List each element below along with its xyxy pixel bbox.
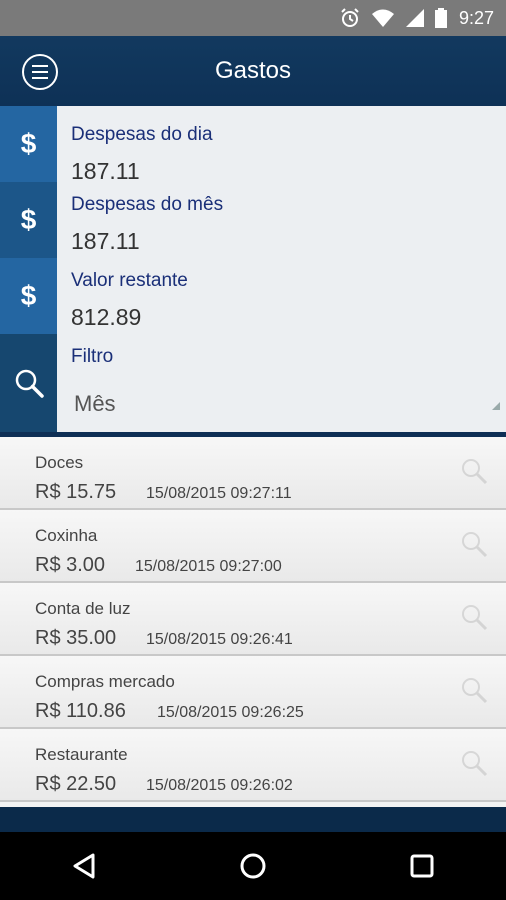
search-icon[interactable] (460, 676, 488, 708)
dollar-icon: $ (0, 106, 57, 182)
filter-select[interactable]: Mês (74, 386, 504, 422)
status-bar: 9:27 (0, 0, 506, 36)
remaining-value: 812.89 (71, 304, 142, 330)
list-item[interactable]: Doces R$ 15.75 15/08/2015 09:27:11 (0, 437, 506, 510)
expense-name: Doces (35, 453, 84, 472)
search-icon[interactable] (460, 749, 488, 781)
search-icon[interactable] (460, 603, 488, 635)
dollar-icon: $ (0, 182, 57, 258)
expense-datetime: 15/08/2015 09:26:41 (146, 631, 293, 648)
signal-icon (405, 8, 425, 28)
list-item[interactable]: Restaurante R$ 22.50 15/08/2015 09:26:02 (0, 729, 506, 802)
summary-panel: $ $ $ Despesas do dia 187.11 Despesas do… (0, 106, 506, 432)
app-bar: Gastos (0, 36, 506, 106)
bottom-bar (0, 807, 506, 832)
menu-icon[interactable] (22, 54, 58, 90)
wifi-icon (371, 8, 395, 28)
page-title: Gastos (214, 57, 292, 84)
expense-datetime: 15/08/2015 09:27:11 (146, 485, 292, 502)
filter-label: Filtro (71, 346, 114, 367)
alarm-icon (339, 7, 361, 29)
expense-amount: R$ 110.86 (35, 700, 126, 722)
search-icon[interactable] (460, 530, 488, 562)
expense-amount: R$ 35.00 (35, 627, 117, 649)
battery-icon (434, 8, 447, 28)
search-icon (0, 334, 57, 432)
expense-name: Conta de luz (35, 599, 131, 618)
list-item[interactable]: Coxinha R$ 3.00 15/08/2015 09:27:00 (0, 510, 506, 583)
navigation-bar (0, 832, 506, 900)
status-time: 9:27 (458, 7, 494, 28)
monthly-expenses-label: Despesas do mês (71, 194, 224, 215)
icon-column: $ $ $ (0, 106, 57, 432)
expense-datetime: 15/08/2015 09:26:25 (157, 704, 304, 721)
expense-name: Coxinha (35, 526, 98, 545)
expense-name: Restaurante (35, 745, 128, 764)
expense-datetime: 15/08/2015 09:27:00 (135, 558, 282, 575)
search-icon[interactable] (460, 457, 488, 489)
recents-icon[interactable] (392, 836, 452, 896)
dollar-icon: $ (0, 258, 57, 334)
expense-amount: R$ 15.75 (35, 481, 117, 503)
monthly-expenses-value: 187.11 (71, 228, 140, 254)
expense-list: Doces R$ 15.75 15/08/2015 09:27:11 Coxin… (0, 437, 506, 807)
dropdown-corner-icon (492, 402, 500, 410)
back-icon[interactable] (54, 836, 114, 896)
expense-amount: R$ 3.00 (35, 554, 106, 576)
daily-expenses-label: Despesas do dia (71, 124, 213, 145)
remaining-value-label: Valor restante (71, 270, 188, 291)
daily-expenses-value: 187.11 (71, 158, 140, 184)
expense-amount: R$ 22.50 (35, 773, 117, 795)
list-item[interactable]: Compras mercado R$ 110.86 15/08/2015 09:… (0, 656, 506, 729)
expense-name: Compras mercado (35, 672, 175, 691)
expense-datetime: 15/08/2015 09:26:02 (146, 777, 293, 794)
home-icon[interactable] (223, 836, 283, 896)
list-item[interactable]: Conta de luz R$ 35.00 15/08/2015 09:26:4… (0, 583, 506, 656)
filter-selected-value: Mês (74, 391, 116, 416)
